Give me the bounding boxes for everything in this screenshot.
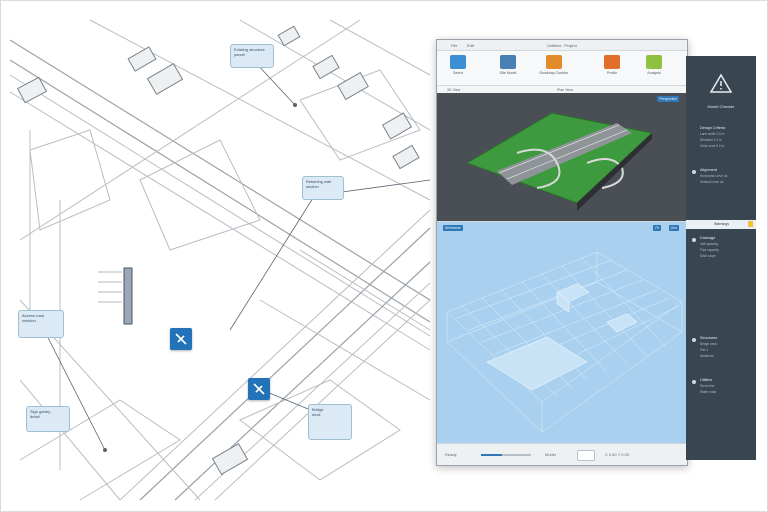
ribbon-analysis-button[interactable]: Analysis xyxy=(637,55,671,75)
site-model-icon xyxy=(500,55,516,69)
ribbon-label: Roadway Corridor xyxy=(539,71,569,75)
coords-readout: X 0.00 Y 0.00 xyxy=(605,452,630,457)
callout-sign-gantry[interactable]: Sign gantry detail xyxy=(26,406,70,432)
section-line: Lane width 3.6 m xyxy=(700,132,725,136)
app-window: File Edit Untitled - Project Select Site… xyxy=(436,39,688,466)
section-title: Structures xyxy=(700,336,718,340)
panel-title: Model Checker xyxy=(707,104,735,109)
section-title: Utilities xyxy=(700,378,713,382)
section-line: Pipe capacity xyxy=(700,248,719,252)
ribbon-site-model-button[interactable]: Site Model xyxy=(491,55,525,75)
window-title: Untitled - Project xyxy=(547,43,577,48)
zoom-slider[interactable] xyxy=(481,454,531,456)
profile-icon xyxy=(604,55,620,69)
warning-flag-icon xyxy=(748,221,753,227)
ribbon-select-button[interactable]: Select xyxy=(441,55,475,75)
callout-line: section xyxy=(306,184,319,189)
section-line: Abutment xyxy=(700,354,714,358)
status-text: Ready xyxy=(445,452,457,457)
panel-section[interactable]: Alignment Horizontal curve ok Vertical c… xyxy=(686,168,756,184)
section-line: Vertical curve ok xyxy=(700,180,724,184)
section-title: Drainage xyxy=(700,236,716,240)
callout-line: deck xyxy=(312,412,321,417)
ribbon-label: Analysis xyxy=(647,71,661,75)
fit-button[interactable]: Fit xyxy=(653,225,661,231)
section-line: Water main xyxy=(700,390,717,394)
ribbon-profile-button[interactable]: Profile xyxy=(595,55,629,75)
zoom-slider-fill xyxy=(481,454,502,456)
ribbon-label: Site Model xyxy=(499,71,517,75)
callout-structure[interactable]: Existing structure parcel xyxy=(230,44,274,68)
section-title: Design Criteria xyxy=(700,126,726,130)
callout-retaining-wall[interactable]: Retaining wall section xyxy=(302,176,344,200)
section-line: Ditch slope xyxy=(700,254,716,258)
callout-access-road[interactable]: Access road revision xyxy=(18,310,64,338)
panel-header: Model Checker xyxy=(686,56,756,116)
callout-line: detail xyxy=(30,414,40,419)
ribbon-corridor-button[interactable]: Roadway Corridor xyxy=(537,55,571,75)
title-bar: File Edit Untitled - Project xyxy=(437,40,687,51)
viewport-label[interactable]: Wireframe xyxy=(443,225,463,231)
info-right: Plan View xyxy=(557,88,573,92)
mode-label[interactable]: Model xyxy=(545,452,556,457)
panel-section[interactable]: Utilities Storm line Water main xyxy=(686,378,756,394)
viewport-label[interactable]: Perspective xyxy=(657,96,679,102)
warnings-row[interactable]: Warnings xyxy=(686,220,756,229)
warnings-label: Warnings xyxy=(714,222,730,226)
map-marker-icon[interactable] xyxy=(170,328,192,350)
ribbon-label: Profile xyxy=(606,71,618,75)
status-bar: Ready Model X 0.00 Y 0.00 xyxy=(437,443,687,465)
section-line: Horizontal curve ok xyxy=(700,174,728,178)
section-line: Storm line xyxy=(700,384,715,388)
section-line: Clear zone 9.0 m xyxy=(700,144,725,148)
section-line: Inlet spacing xyxy=(700,242,718,246)
inspector-panel: Model Checker Design Criteria Lane width… xyxy=(686,56,756,460)
viewport-3d[interactable]: Perspective xyxy=(437,93,687,221)
map-marker-icon[interactable] xyxy=(248,378,270,400)
section-title: Alignment xyxy=(700,168,717,172)
callout-line: parcel xyxy=(234,52,245,57)
warning-triangle-icon xyxy=(709,73,733,93)
ribbon-toolbar: Select Site Model Roadway Corridor Profi… xyxy=(437,51,687,86)
callout-line: revision xyxy=(22,318,36,323)
grid-button[interactable]: Grid xyxy=(668,225,679,231)
analysis-icon xyxy=(646,55,662,69)
corridor-icon xyxy=(546,55,562,69)
panel-section[interactable]: Design Criteria Lane width 3.6 m Shoulde… xyxy=(686,126,756,148)
ribbon-label: Select xyxy=(453,71,463,75)
section-line: Shoulder 2.4 m xyxy=(700,138,722,142)
section-line: Bridge deck xyxy=(700,342,717,346)
viewport-wireframe[interactable]: Wireframe Fit Grid xyxy=(437,222,687,443)
panel-section[interactable]: Structures Bridge deck Pier 1 Abutment xyxy=(686,336,756,358)
select-icon xyxy=(450,55,466,69)
info-left: 3D View xyxy=(447,88,461,92)
section-line: Pier 1 xyxy=(700,348,709,352)
mode-toggle[interactable] xyxy=(577,450,595,461)
panel-section[interactable]: Drainage Inlet spacing Pipe capacity Dit… xyxy=(686,236,756,258)
callout-bridge[interactable]: Bridge deck xyxy=(308,404,352,440)
